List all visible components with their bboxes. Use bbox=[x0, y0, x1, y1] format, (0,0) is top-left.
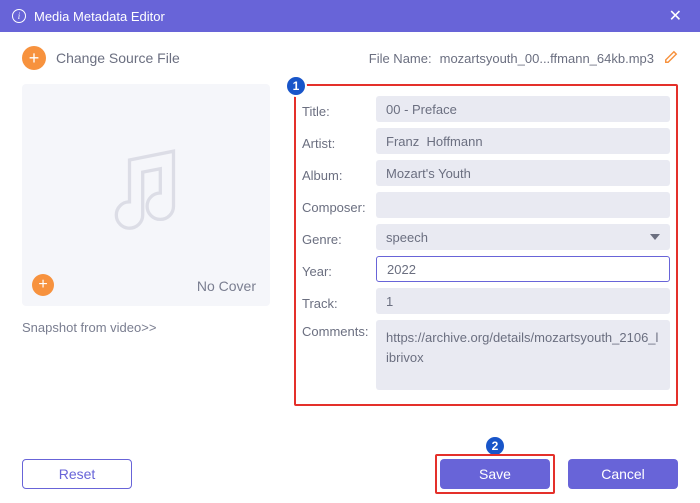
composer-label: Composer: bbox=[302, 196, 376, 215]
filename-label: File Name: bbox=[369, 51, 432, 66]
add-source-button[interactable]: + bbox=[22, 46, 46, 70]
form-column: 1 Title: Artist: Album: Composer: bbox=[294, 84, 678, 406]
comments-input[interactable]: https://archive.org/details/mozartsyouth… bbox=[376, 320, 670, 390]
comments-label: Comments: bbox=[302, 320, 376, 339]
footer: Reset 2 Save Cancel bbox=[22, 459, 678, 489]
form-callout-box: 1 Title: Artist: Album: Composer: bbox=[294, 84, 678, 406]
info-icon: i bbox=[12, 9, 26, 23]
reset-button[interactable]: Reset bbox=[22, 459, 132, 489]
edit-filename-icon[interactable] bbox=[664, 50, 678, 67]
title-bar: i Media Metadata Editor ✕ bbox=[0, 0, 700, 32]
genre-value: speech bbox=[386, 230, 428, 245]
title-input[interactable] bbox=[376, 96, 670, 122]
add-cover-button[interactable]: + bbox=[32, 274, 54, 296]
chevron-down-icon bbox=[650, 234, 660, 240]
year-input[interactable] bbox=[376, 256, 670, 282]
year-label: Year: bbox=[302, 260, 376, 279]
artist-input[interactable] bbox=[376, 128, 670, 154]
filename-value: mozartsyouth_00...ffmann_64kb.mp3 bbox=[440, 51, 654, 66]
close-icon[interactable]: ✕ bbox=[663, 4, 688, 28]
music-note-icon bbox=[91, 138, 201, 253]
composer-input[interactable] bbox=[376, 192, 670, 218]
artist-label: Artist: bbox=[302, 132, 376, 151]
callout-badge-1: 1 bbox=[285, 75, 307, 97]
track-input[interactable] bbox=[376, 288, 670, 314]
title-label: Title: bbox=[302, 100, 376, 119]
album-input[interactable] bbox=[376, 160, 670, 186]
header-row: + Change Source File File Name: mozartsy… bbox=[22, 46, 678, 70]
cancel-button[interactable]: Cancel bbox=[568, 459, 678, 489]
change-source-link[interactable]: Change Source File bbox=[56, 50, 180, 66]
snapshot-link[interactable]: Snapshot from video>> bbox=[22, 320, 156, 335]
track-label: Track: bbox=[302, 292, 376, 311]
save-button[interactable]: Save bbox=[440, 459, 550, 489]
cover-art-box: + No Cover bbox=[22, 84, 270, 306]
no-cover-label: No Cover bbox=[197, 278, 256, 294]
genre-label: Genre: bbox=[302, 228, 376, 247]
callout-badge-2: 2 bbox=[484, 435, 506, 457]
cover-column: + No Cover Snapshot from video>> bbox=[22, 84, 278, 406]
genre-select[interactable]: speech bbox=[376, 224, 670, 250]
window-title: Media Metadata Editor bbox=[34, 9, 165, 24]
album-label: Album: bbox=[302, 164, 376, 183]
